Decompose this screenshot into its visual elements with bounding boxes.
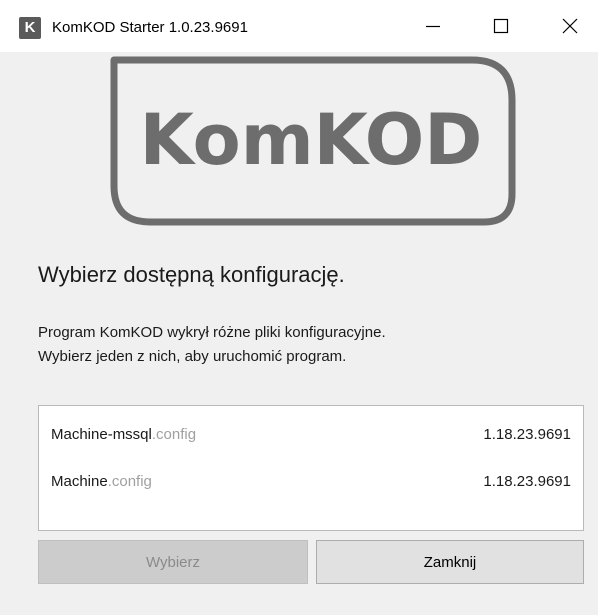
title-bar[interactable]: K KomKOD Starter 1.0.23.9691 xyxy=(0,0,598,52)
list-item[interactable]: Machine-mssql.config 1.18.23.9691 xyxy=(51,422,571,448)
app-window: K KomKOD Starter 1.0.23.9691 KomKOD Wybi… xyxy=(0,0,598,615)
komkod-logo: KomKOD xyxy=(0,52,598,232)
close-window-button[interactable] xyxy=(537,0,598,52)
maximize-icon xyxy=(493,18,509,34)
config-extension: .config xyxy=(107,473,152,490)
app-icon: K xyxy=(19,17,41,39)
config-version: 1.18.23.9691 xyxy=(483,473,571,490)
list-item[interactable]: Machine.config 1.18.23.9691 xyxy=(51,469,571,495)
close-button[interactable]: Zamknij xyxy=(316,540,584,584)
description-text: Program KomKOD wykrył różne pliki konfig… xyxy=(38,321,386,369)
config-filename: Machine.config xyxy=(51,469,152,495)
description-line-1: Program KomKOD wykrył różne pliki konfig… xyxy=(38,324,386,341)
config-version: 1.18.23.9691 xyxy=(483,426,571,443)
config-name: Machine xyxy=(51,473,108,490)
close-icon xyxy=(562,18,578,34)
minimize-button[interactable] xyxy=(400,0,466,52)
description-line-2: Wybierz jeden z nich, aby uruchomić prog… xyxy=(38,348,347,365)
logo-text: KomKOD xyxy=(140,99,483,181)
select-button[interactable]: Wybierz xyxy=(38,540,308,584)
config-name: Machine-mssql xyxy=(51,426,152,443)
config-filename: Machine-mssql.config xyxy=(51,422,196,448)
minimize-icon xyxy=(426,25,440,28)
window-title: KomKOD Starter 1.0.23.9691 xyxy=(52,19,248,36)
configuration-list[interactable]: Machine-mssql.config 1.18.23.9691 Machin… xyxy=(38,405,584,531)
config-extension: .config xyxy=(151,426,197,443)
page-heading: Wybierz dostępną konfigurację. xyxy=(38,262,345,287)
maximize-button[interactable] xyxy=(468,0,534,52)
